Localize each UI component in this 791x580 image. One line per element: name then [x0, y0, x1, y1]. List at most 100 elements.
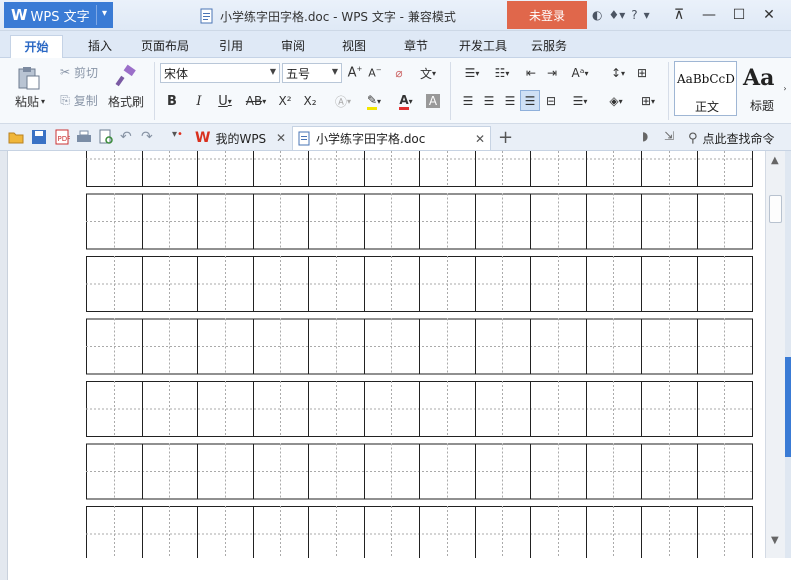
divider — [154, 62, 155, 120]
divider — [668, 62, 669, 120]
distribute-icon[interactable]: ⊟ — [542, 91, 560, 111]
tab-view[interactable]: 视图 — [331, 35, 377, 57]
tab-chapter[interactable]: 章节 — [393, 35, 439, 57]
format-painter-button[interactable]: 格式刷 — [104, 92, 148, 110]
divider — [450, 62, 451, 120]
paste-icon[interactable] — [12, 64, 46, 92]
chevron-down-icon[interactable]: ▾ — [102, 8, 107, 19]
shading-icon[interactable]: ◈ ▾ — [602, 91, 630, 111]
wps-logo-icon: W — [11, 6, 28, 24]
style-heading[interactable]: Aa 标题 — [741, 61, 781, 116]
text-effect-icon[interactable]: Ⓐ ▾ — [330, 91, 356, 111]
chevron-down-icon: ▼ — [331, 67, 338, 76]
tab-document[interactable]: 小学练字田字格.doc ✕ — [292, 126, 491, 150]
italic-button[interactable]: I — [190, 91, 208, 111]
decrease-indent-icon[interactable]: ⇤ — [522, 63, 540, 83]
brush-icon[interactable] — [108, 62, 144, 90]
grow-font-icon[interactable]: A+ — [346, 63, 364, 83]
side-panel-handle[interactable] — [785, 357, 791, 457]
strikethrough-button[interactable]: AB ▾ — [242, 91, 270, 111]
chevron-down-icon[interactable]: ▾ — [644, 8, 650, 22]
scissors-icon: ✂ — [59, 65, 71, 79]
case-icon[interactable]: Aᵃ ▾ — [566, 63, 594, 83]
help-icon[interactable]: ? — [631, 8, 637, 22]
undo-icon[interactable]: ↶ — [120, 129, 136, 145]
tab-insert[interactable]: 插入 — [78, 35, 122, 57]
table-grid-icon[interactable]: ⊞ — [633, 63, 651, 83]
bullet-list-icon[interactable]: ☰ ▾ — [458, 63, 486, 83]
command-search[interactable]: ⚲ 点此查找命令 — [688, 128, 775, 148]
increase-indent-icon[interactable]: ⇥ — [543, 63, 561, 83]
align-right-icon[interactable]: ☰ — [501, 91, 519, 111]
login-button[interactable]: 未登录 — [507, 1, 587, 29]
print-icon[interactable] — [76, 129, 92, 145]
close-icon[interactable]: ✕ — [475, 132, 485, 146]
superscript-button[interactable]: X² — [275, 91, 295, 111]
print-preview-icon[interactable] — [98, 129, 114, 145]
tab-references[interactable]: 引用 — [208, 35, 254, 57]
chevron-down-icon: ▼ — [269, 67, 276, 76]
vertical-scrollbar[interactable]: ▲ ▼ — [765, 151, 785, 558]
justify-icon[interactable]: ☰ — [520, 90, 540, 111]
tab-cloud[interactable]: 云服务 — [524, 35, 574, 57]
font-family-select[interactable]: 宋体 ▼ — [160, 63, 280, 83]
tab-page-layout[interactable]: 页面布局 — [136, 35, 194, 57]
app-menu-button[interactable]: W WPS 文字 ▾ — [4, 2, 113, 28]
tab-my-wps[interactable]: W 我的WPS ✕ — [192, 126, 290, 150]
app-name: WPS 文字 — [30, 9, 90, 25]
svg-text:PDF: PDF — [58, 135, 71, 143]
underline-button[interactable]: U ▾ — [212, 91, 238, 111]
highlight-icon[interactable]: ✎ ▾ — [360, 91, 388, 111]
quick-access-bar: PDF ↶ ↷ ▾• W 我的WPS ✕ 小学练字田字格.doc ✕ + ◗ ⇲… — [0, 124, 791, 151]
document-canvas[interactable] — [8, 151, 765, 558]
ribbon-home: 粘贴 ▾ ✂ 剪切 ⎘ 复制 格式刷 宋体 ▼ 五号 ▼ A+ A− ⌀ 文 ▾ B I… — [0, 58, 791, 124]
document-icon — [298, 131, 310, 146]
font-size-select[interactable]: 五号 ▼ — [282, 63, 342, 83]
phonetic-guide-icon[interactable]: 文 ▾ — [413, 62, 443, 84]
clear-format-icon[interactable]: ⌀ — [390, 63, 408, 83]
divider — [96, 5, 97, 25]
restore-button[interactable]: ☐ — [724, 7, 754, 23]
close-icon[interactable]: ✕ — [276, 131, 286, 145]
scroll-down-icon[interactable]: ▼ — [771, 535, 779, 546]
customize-qat-icon[interactable]: ▾• — [172, 129, 188, 145]
redo-icon[interactable]: ↷ — [141, 129, 157, 145]
paste-button[interactable]: 粘贴 ▾ — [10, 92, 50, 110]
close-button[interactable]: ✕ — [754, 7, 784, 23]
open-folder-icon[interactable] — [8, 129, 24, 145]
shirt-icon[interactable]: ♦▾ — [608, 8, 625, 22]
tianzige-grid — [86, 151, 753, 558]
bookmark-icon[interactable]: ◗ — [642, 129, 658, 145]
bold-button[interactable]: B — [163, 91, 181, 111]
subscript-button[interactable]: X₂ — [300, 91, 320, 111]
char-shading-icon[interactable]: A — [424, 91, 442, 111]
styles-more-icon[interactable]: › — [781, 82, 789, 94]
skin-icon[interactable]: ◐ — [592, 8, 602, 22]
right-rail — [785, 151, 791, 558]
tab-developer[interactable]: 开发工具 — [453, 35, 513, 57]
window-title-text: 小学练字田字格.doc - WPS 文字 - 兼容模式 — [220, 9, 456, 24]
export-pdf-icon[interactable]: PDF — [54, 129, 70, 145]
shrink-font-icon[interactable]: A− — [366, 63, 384, 83]
new-tab-icon[interactable]: + — [498, 127, 514, 148]
borders-icon[interactable]: ⊞ ▾ — [634, 91, 662, 111]
numbered-list-icon[interactable]: ☷ ▾ — [488, 63, 516, 83]
minimize-button[interactable]: — — [694, 7, 724, 23]
scroll-thumb[interactable] — [769, 195, 782, 223]
line-spacing-icon[interactable]: ☰ ▾ — [566, 91, 594, 111]
align-left-icon[interactable]: ☰ — [459, 91, 477, 111]
sort-icon[interactable]: ↕ ▾ — [606, 63, 630, 83]
align-center-icon[interactable]: ☰ — [480, 91, 498, 111]
copy-button[interactable]: ⎘ 复制 — [55, 90, 103, 110]
cut-button[interactable]: ✂ 剪切 — [55, 62, 103, 82]
style-normal[interactable]: AaBbCcD 正文 — [674, 61, 737, 116]
font-color-icon[interactable]: A ▾ — [392, 91, 420, 111]
tab-home[interactable]: 开始 — [10, 35, 63, 59]
left-ruler-strip — [0, 151, 8, 580]
save-icon[interactable] — [31, 129, 47, 145]
share-icon[interactable]: ⇲ — [664, 129, 680, 145]
scroll-up-icon[interactable]: ▲ — [771, 155, 779, 166]
document-icon — [200, 8, 213, 24]
collapse-ribbon-icon[interactable]: ⊼ — [664, 7, 694, 23]
tab-review[interactable]: 审阅 — [270, 35, 316, 57]
